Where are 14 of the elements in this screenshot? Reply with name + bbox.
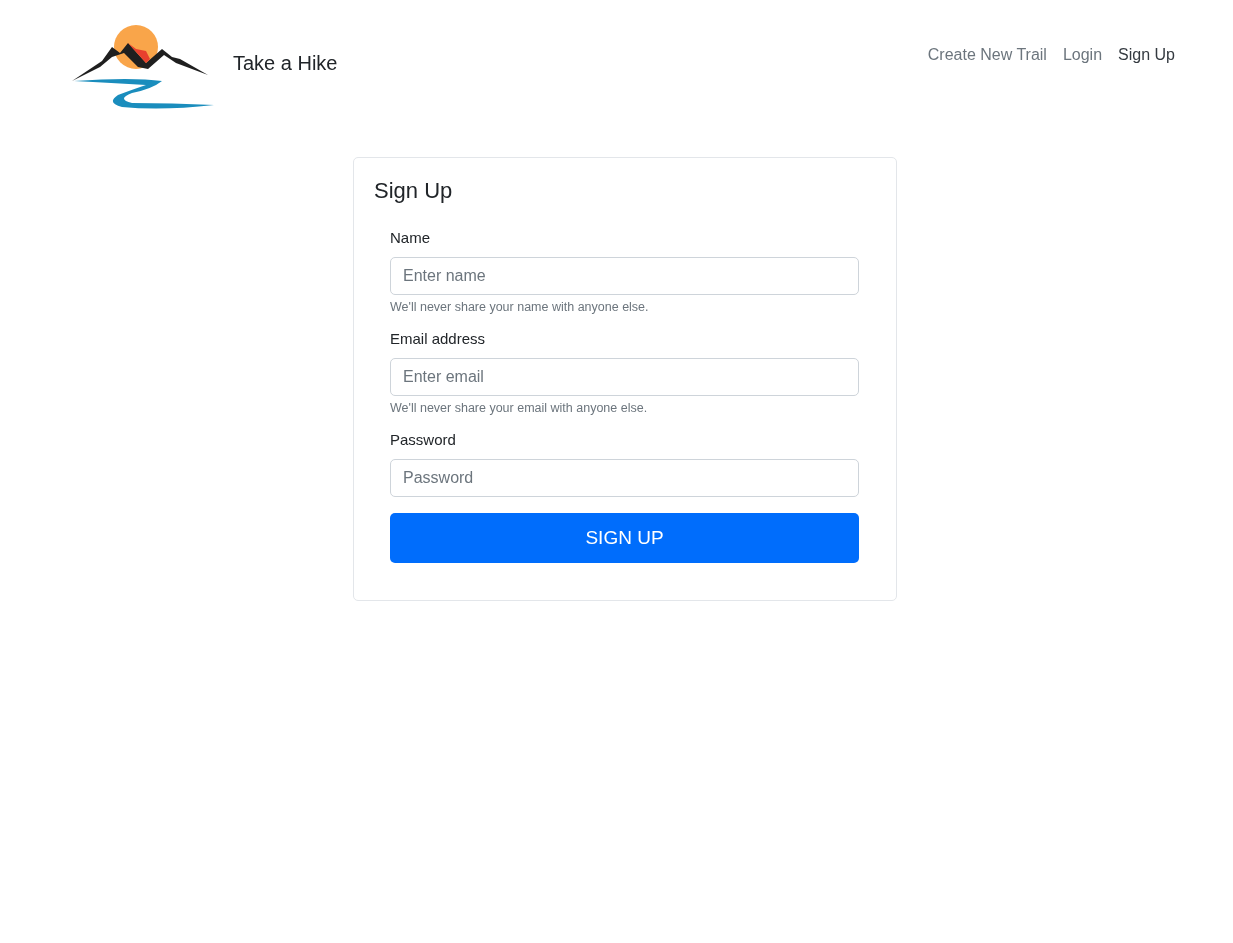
card-title: Sign Up (374, 178, 454, 204)
sign-up-button[interactable]: SIGN UP (390, 513, 859, 563)
nav-link[interactable]: Create New Trail (927, 45, 1047, 64)
nav-link[interactable]: Sign Up (1118, 45, 1175, 64)
field-label: Name (390, 229, 431, 246)
input-field[interactable]: Enter name (390, 257, 859, 295)
field-label: Password (390, 431, 457, 448)
help-text: We'll never share your email with anyone else. (390, 401, 649, 415)
brand-name[interactable]: Take a Hike (233, 52, 338, 75)
input-field[interactable]: Password (390, 459, 859, 497)
field-label: Email address (390, 330, 487, 347)
nav-link[interactable]: Login (1062, 45, 1103, 64)
input-field[interactable]: Enter email (390, 358, 859, 396)
help-text: We'll never share your name with anyone else. (390, 300, 650, 314)
